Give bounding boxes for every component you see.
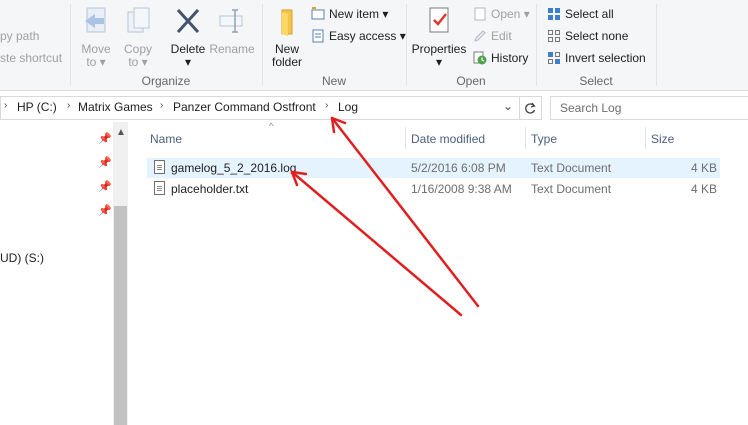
column-header-name-label: Name [150,132,183,146]
edit-label: Edit [491,29,512,43]
rename-button[interactable]: Rename [209,6,255,56]
open-group-label: Open [456,74,486,88]
paste-shortcut-label: ste shortcut [0,51,63,65]
column-header-size[interactable]: Size [646,131,726,153]
new-item-label: New item ▾ [329,7,389,21]
delete-x-icon [176,8,200,34]
ribbon: py path ste shortcut Move to ▾ Copy to ▾… [0,0,748,91]
invert-selection-icon [547,51,561,65]
new-item-button[interactable]: New item ▾ [311,5,388,23]
rename-icon [219,9,243,33]
delete-button[interactable]: Delete ▾ [168,6,208,69]
file-row[interactable]: placeholder.txt 1/16/2008 9:38 AM Text D… [147,179,720,199]
breadcrumb-hp-c[interactable]: HP (C:) [17,100,57,114]
history-clock-icon [473,51,487,65]
file-size: 4 KB [690,161,717,175]
scroll-up-icon[interactable]: ▲ [116,127,126,138]
file-type: Text Document [531,161,612,175]
pin-icon[interactable]: 📌 [98,132,112,145]
column-header-date-modified[interactable]: Date modified [406,131,524,153]
nav-item-drive-s[interactable]: UD) (S:) [0,251,44,265]
open-button[interactable]: Open ▾ [473,5,530,23]
new-folder-sub: folder [271,55,303,69]
history-label: History [491,51,529,65]
move-to-button[interactable]: Move to ▾ [77,6,115,69]
breadcrumb-log[interactable]: Log [338,100,358,114]
pin-icon[interactable]: 📌 [98,156,112,169]
text-file-icon [154,181,165,195]
easy-access-label: Easy access ▾ [329,29,406,43]
navigation-pane: 📌 📌 📌 📌 UD) (S:) [0,122,130,425]
pin-icon[interactable]: 📌 [98,180,112,193]
refresh-icon[interactable] [523,101,537,115]
new-item-icon [311,7,325,21]
easy-access-icon [311,29,325,43]
file-type: Text Document [531,182,612,196]
breadcrumb-chevron-icon: › [325,100,329,111]
edit-pencil-icon [473,29,487,43]
copy-to-button[interactable]: Copy to ▾ [119,6,157,69]
file-size: 4 KB [690,182,717,196]
column-header-size-label: Size [651,132,675,146]
new-group-label: New [321,74,346,88]
pin-icon[interactable]: 📌 [98,204,112,217]
file-date: 5/2/2016 6:08 PM [411,161,506,175]
properties-sub: ▾ [435,55,443,69]
open-label: Open ▾ [491,7,530,21]
file-name: placeholder.txt [171,182,249,196]
column-header-type-label: Type [531,132,558,146]
breadcrumb-chevron-icon: › [67,100,71,111]
move-to-icon [85,7,106,33]
search-input[interactable]: Search Log [560,101,621,115]
open-icon [473,7,487,21]
properties-button[interactable]: Properties ▾ [410,6,468,69]
new-folder-button[interactable]: New folder [267,6,307,69]
delete-sub: ▾ [184,55,192,69]
address-dropdown-icon[interactable]: ⌄ [503,99,513,113]
folder-icon [281,9,293,36]
select-all-button[interactable]: Select all [547,5,614,23]
invert-selection-button[interactable]: Invert selection [547,49,646,67]
breadcrumb-chevron-icon: › [160,100,164,111]
copy-to-icon [127,7,150,33]
organize-group-label: Organize [141,74,191,88]
paste-shortcut-button[interactable]: ste shortcut [0,49,62,67]
sort-ascending-icon: ^ [269,121,274,131]
file-name: gamelog_5_2_2016.log [171,161,297,175]
column-header-type[interactable]: Type [526,131,644,153]
address-bar[interactable]: › HP (C:) › Matrix Games › Panzer Comman… [0,96,542,120]
copy-to-sub: to ▾ [128,55,148,69]
text-file-icon [154,160,165,174]
select-none-label: Select none [565,29,629,43]
select-none-icon [547,29,561,43]
rename-label: Rename [209,42,255,56]
search-box[interactable]: Search Log [550,96,748,120]
file-row[interactable]: gamelog_5_2_2016.log 5/2/2016 6:08 PM Te… [147,158,720,178]
column-header-date-label: Date modified [411,132,486,146]
properties-icon [429,7,449,33]
invert-selection-label: Invert selection [565,51,646,65]
arrowhead-log-folder [330,116,347,134]
edit-button[interactable]: Edit [473,27,512,45]
breadcrumb-chevron-icon: › [4,100,8,111]
select-all-icon [547,7,561,21]
select-none-button[interactable]: Select none [547,27,628,45]
move-to-sub: to ▾ [86,55,106,69]
easy-access-button[interactable]: Easy access ▾ [311,27,406,45]
breadcrumb-matrix-games[interactable]: Matrix Games [78,100,153,114]
column-header-name[interactable]: Name [145,131,405,153]
copy-path-label: py path [0,29,40,43]
select-all-label: Select all [565,7,614,21]
nav-scrollbar-thumb[interactable] [114,206,127,425]
history-button[interactable]: History [473,49,528,67]
breadcrumb-panzer-command-ostfront[interactable]: Panzer Command Ostfront [173,100,316,114]
file-date: 1/16/2008 9:38 AM [411,182,512,196]
select-group-label: Select [579,74,613,88]
address-divider [519,97,520,119]
copy-path-button[interactable]: py path [0,27,39,45]
separator [656,4,657,86]
